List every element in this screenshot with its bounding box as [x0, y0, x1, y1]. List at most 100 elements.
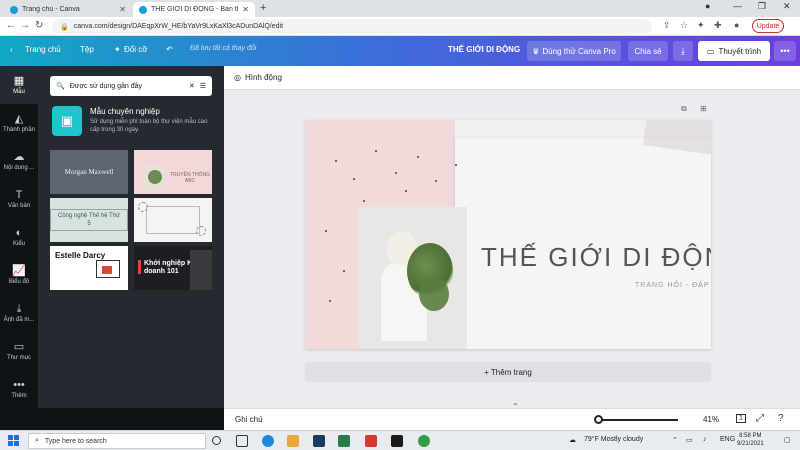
rail-item-text[interactable]: T Văn bản: [0, 180, 38, 218]
present-button[interactable]: ▭ Thuyết trình: [698, 41, 770, 61]
glitter-speck: [417, 156, 419, 158]
new-tab-icon[interactable]: +: [260, 2, 266, 14]
template-accent-bar: [138, 260, 141, 274]
rail-item-folders[interactable]: ▭ Thư mục: [0, 332, 38, 370]
zoom-level[interactable]: 41%: [703, 415, 719, 424]
url-input[interactable]: 🔒 canva.com/design/DAEqpXrW_HE/bYaVr9LxK…: [52, 19, 652, 34]
slide-title[interactable]: THẾ GIỚI DI ĐỘNG: [481, 242, 711, 273]
close-tab-icon[interactable]: ✕: [242, 5, 249, 14]
template-icon: ▦: [13, 74, 25, 87]
taskbar-search-input[interactable]: ⌕ Type here to search: [28, 433, 206, 449]
share-page-icon[interactable]: ⇪: [663, 20, 671, 31]
glitter-speck: [435, 180, 437, 182]
rail-item-uploads[interactable]: ☁ Nội dung ...: [0, 142, 38, 180]
tab-title: Trang chủ - Canva: [22, 6, 80, 13]
file-explorer-icon[interactable]: [287, 435, 299, 447]
back-icon[interactable]: ←: [6, 20, 16, 31]
maximize-icon[interactable]: ❐: [758, 1, 766, 12]
slide-subtitle[interactable]: TRANG HỎI - ĐÁP: [635, 282, 710, 289]
download-icon[interactable]: ⤓: [673, 41, 693, 61]
rail-item-label: Văn bản: [7, 202, 31, 209]
glitter-speck: [343, 270, 345, 272]
template-thumbnail[interactable]: Công nghệ Thế hệ Thứ 5: [50, 198, 128, 242]
text-icon: T: [15, 188, 23, 201]
filter-icon[interactable]: ☰: [200, 82, 206, 90]
saved-status: Đã lưu tất cả thay đổi: [190, 45, 257, 52]
browser-tab-home[interactable]: Trang chủ - Canva ✕: [4, 2, 132, 17]
zoom-slider-track[interactable]: [598, 419, 678, 421]
extensions-puzzle-icon[interactable]: ✚: [714, 20, 722, 31]
minimize-icon[interactable]: —: [733, 1, 742, 11]
network-icon[interactable]: ▭: [686, 436, 693, 444]
clock-date: 9/21/2021: [737, 441, 764, 447]
more-options-icon[interactable]: •••: [774, 41, 796, 61]
cortana-icon[interactable]: [212, 436, 221, 445]
zoom-slider-handle[interactable]: [594, 415, 603, 424]
templates-panel: 🔍 Được sử dụng gần đây ✕ ☰ ▣ Mẫu chuyên …: [38, 66, 224, 430]
template-thumbnail[interactable]: [134, 198, 212, 242]
help-icon[interactable]: ?: [778, 413, 784, 424]
weather-icon[interactable]: ☁: [569, 436, 576, 444]
add-page-button[interactable]: + Thêm trang: [305, 362, 711, 382]
notification-icon[interactable]: ▢: [784, 436, 791, 444]
back-chevron-icon[interactable]: ‹: [10, 45, 13, 54]
notes-button[interactable]: Ghi chú: [235, 415, 263, 424]
edge-browser-icon[interactable]: [262, 435, 274, 447]
update-button[interactable]: Update: [752, 19, 784, 33]
rail-item-styles[interactable]: ◐ Kiểu: [0, 218, 38, 256]
rail-item-label: Nội dung ...: [3, 164, 35, 171]
wps-office-icon[interactable]: [365, 435, 377, 447]
chart-icon: 📈: [12, 264, 26, 277]
editor-header: ‹ Trang chủ Tệp ✦ Đổi cỡ ↶ Đã lưu tất cả…: [0, 36, 800, 66]
weather-status[interactable]: 79°F Mostly cloudy: [584, 436, 643, 443]
rail-item-templates[interactable]: ▦ Mẫu: [0, 66, 38, 104]
app-icon[interactable]: [391, 435, 403, 447]
template-thumbnail[interactable]: TRUYỀN THÔNG ABC: [134, 150, 212, 194]
rail-item-charts[interactable]: 📈 Biểu đồ: [0, 256, 38, 294]
volume-icon[interactable]: ♪: [703, 436, 707, 443]
file-menu[interactable]: Tệp: [80, 45, 94, 54]
animate-icon[interactable]: ◎: [234, 73, 241, 82]
template-thumbnail[interactable]: Estelle Darcy: [50, 246, 128, 290]
reload-icon[interactable]: ↻: [35, 20, 43, 31]
fullscreen-icon[interactable]: ⤢: [756, 413, 764, 424]
share-button[interactable]: Chia sẻ: [628, 41, 668, 61]
rail-item-downloaded-images[interactable]: ⤓ Ảnh đã m...: [0, 294, 38, 332]
task-view-icon[interactable]: [236, 435, 248, 447]
tray-chevron-icon[interactable]: ⌃: [672, 436, 678, 444]
bookmark-star-icon[interactable]: ☆: [680, 20, 688, 31]
browser-tab-design[interactable]: THẾ GIỚI DI ĐỘNG - Bản thuyết... ✕: [133, 2, 255, 17]
rail-item-more[interactable]: ••• Thêm: [0, 370, 38, 408]
extension-icon[interactable]: ✦: [697, 20, 705, 31]
home-link[interactable]: Trang chủ: [25, 45, 61, 54]
audition-app-icon[interactable]: [313, 435, 325, 447]
undo-icon[interactable]: ↶: [166, 45, 173, 54]
animate-button[interactable]: Hình động: [245, 73, 282, 82]
chrome-browser-icon[interactable]: [418, 435, 430, 447]
system-clock[interactable]: 8:58 PM 9/21/2021: [737, 432, 764, 448]
document-title[interactable]: THẾ GIỚI DI ĐỘNG: [448, 45, 520, 54]
resize-menu[interactable]: Đổi cỡ: [124, 45, 147, 54]
app-icon[interactable]: [338, 435, 350, 447]
page-count[interactable]: 1: [736, 414, 746, 423]
profile-avatar-icon[interactable]: ●: [734, 20, 739, 30]
clear-search-icon[interactable]: ✕: [189, 82, 195, 90]
tab-search-icon[interactable]: ●: [705, 1, 710, 11]
template-thumbnail[interactable]: Khởi nghiệp Kinh doanh 101: [134, 246, 212, 290]
window-close-icon[interactable]: ✕: [783, 1, 791, 12]
windows-start-icon[interactable]: [8, 435, 19, 446]
canva-favicon-icon: [10, 5, 18, 14]
duplicate-page-icon[interactable]: ⧉: [681, 104, 687, 114]
close-tab-icon[interactable]: ✕: [119, 5, 126, 14]
rail-item-elements[interactable]: ◭ Thành phần: [0, 104, 38, 142]
folder-icon: ▭: [13, 340, 25, 353]
input-language[interactable]: ENG: [720, 436, 735, 443]
try-pro-button[interactable]: ♛ Dùng thử Canva Pro: [527, 41, 621, 61]
forward-icon[interactable]: →: [20, 20, 30, 31]
add-page-icon[interactable]: ⊞: [700, 104, 707, 113]
slide-photo[interactable]: [359, 207, 467, 349]
slide-page[interactable]: THẾ GIỚI DI ĐỘNG TRANG HỎI - ĐÁP: [305, 120, 711, 349]
template-thumbnail[interactable]: Morgan Maxwell: [50, 150, 128, 194]
pro-templates-promo[interactable]: ▣ Mẫu chuyên nghiệp Sử dụng miễn phí toà…: [52, 106, 216, 142]
template-search-input[interactable]: 🔍 Được sử dụng gần đây ✕ ☰: [50, 76, 212, 96]
